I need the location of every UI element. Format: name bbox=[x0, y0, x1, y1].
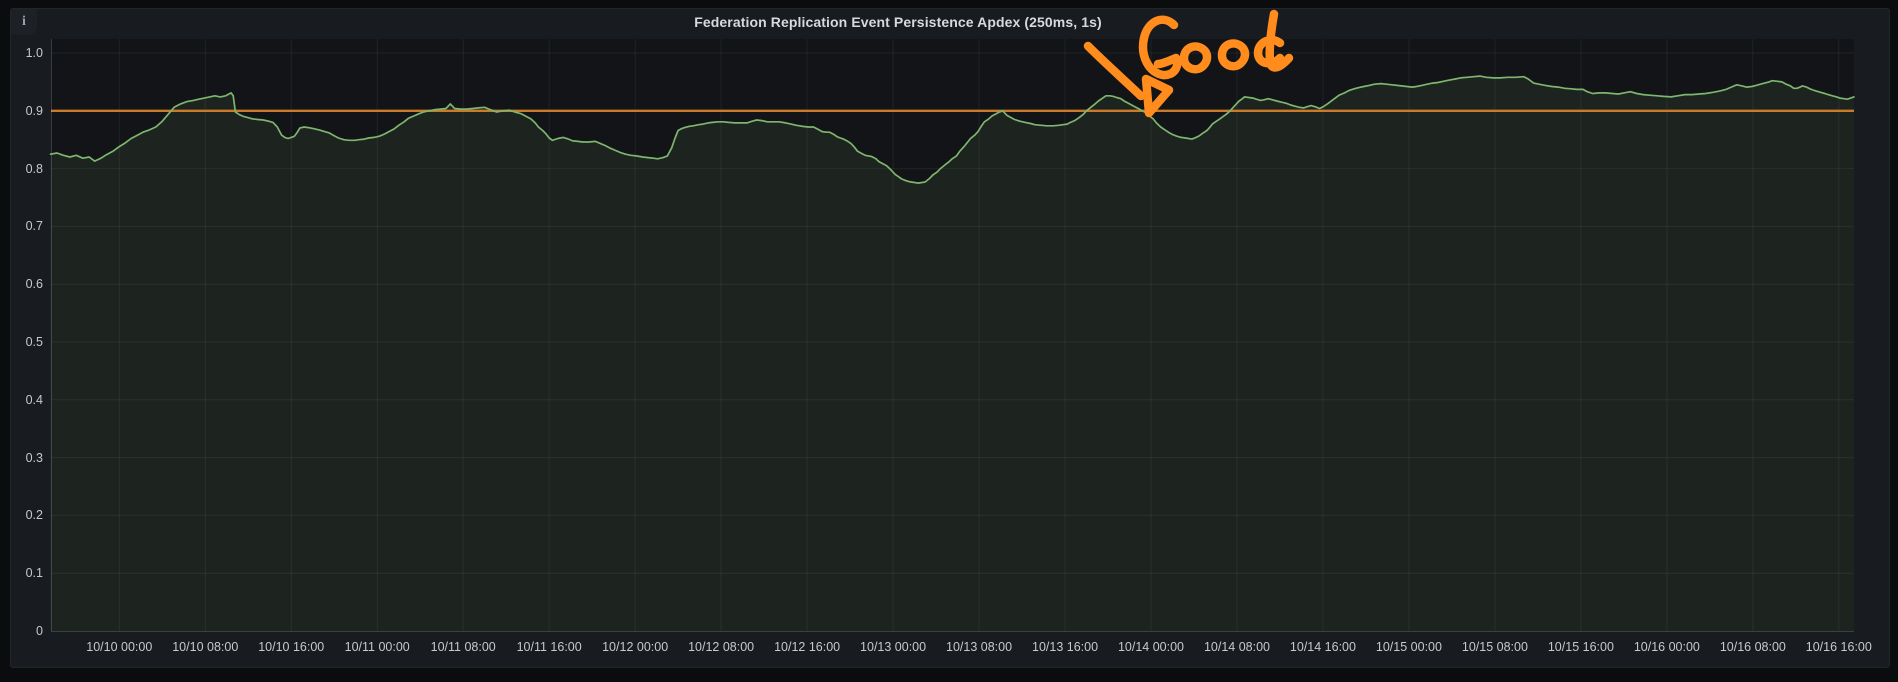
y-tick-label: 0.5 bbox=[11, 334, 43, 350]
x-tick-label: 10/11 00:00 bbox=[332, 639, 422, 655]
x-tick-label: 10/15 08:00 bbox=[1450, 639, 1540, 655]
y-tick-label: 0.1 bbox=[11, 565, 43, 581]
y-tick-label: 0.7 bbox=[11, 218, 43, 234]
x-tick-label: 10/15 16:00 bbox=[1536, 639, 1626, 655]
y-tick-label: 0.8 bbox=[11, 161, 43, 177]
y-tick-label: 0.3 bbox=[11, 450, 43, 466]
x-tick-label: 10/10 16:00 bbox=[246, 639, 336, 655]
x-tick-label: 10/12 08:00 bbox=[676, 639, 766, 655]
x-tick-label: 10/10 00:00 bbox=[74, 639, 164, 655]
x-tick-label: 10/14 08:00 bbox=[1192, 639, 1282, 655]
x-tick-label: 10/14 00:00 bbox=[1106, 639, 1196, 655]
y-tick-label: 0.2 bbox=[11, 507, 43, 523]
page-background: i Federation Replication Event Persisten… bbox=[0, 0, 1898, 682]
y-tick-label: 0.6 bbox=[11, 276, 43, 292]
y-tick-label: 0 bbox=[11, 623, 43, 639]
x-tick-label: 10/15 00:00 bbox=[1364, 639, 1454, 655]
y-tick-label: 1.0 bbox=[11, 45, 43, 61]
x-tick-label: 10/13 00:00 bbox=[848, 639, 938, 655]
x-tick-label: 10/12 00:00 bbox=[590, 639, 680, 655]
x-tick-label: 10/11 16:00 bbox=[504, 639, 594, 655]
x-tick-label: 10/12 16:00 bbox=[762, 639, 852, 655]
x-tick-label: 10/10 08:00 bbox=[160, 639, 250, 655]
x-tick-label: 10/11 08:00 bbox=[418, 639, 508, 655]
grafana-panel: i Federation Replication Event Persisten… bbox=[10, 8, 1890, 668]
time-series-chart[interactable]: Good bbox=[11, 9, 1891, 669]
y-tick-label: 0.4 bbox=[11, 392, 43, 408]
x-tick-label: 10/16 00:00 bbox=[1622, 639, 1712, 655]
x-tick-label: 10/16 08:00 bbox=[1708, 639, 1798, 655]
x-tick-label: 10/14 16:00 bbox=[1278, 639, 1368, 655]
x-tick-label: 10/13 08:00 bbox=[934, 639, 1024, 655]
x-tick-label: 10/13 16:00 bbox=[1020, 639, 1110, 655]
x-tick-label: 10/16 16:00 bbox=[1794, 639, 1884, 655]
y-tick-label: 0.9 bbox=[11, 103, 43, 119]
